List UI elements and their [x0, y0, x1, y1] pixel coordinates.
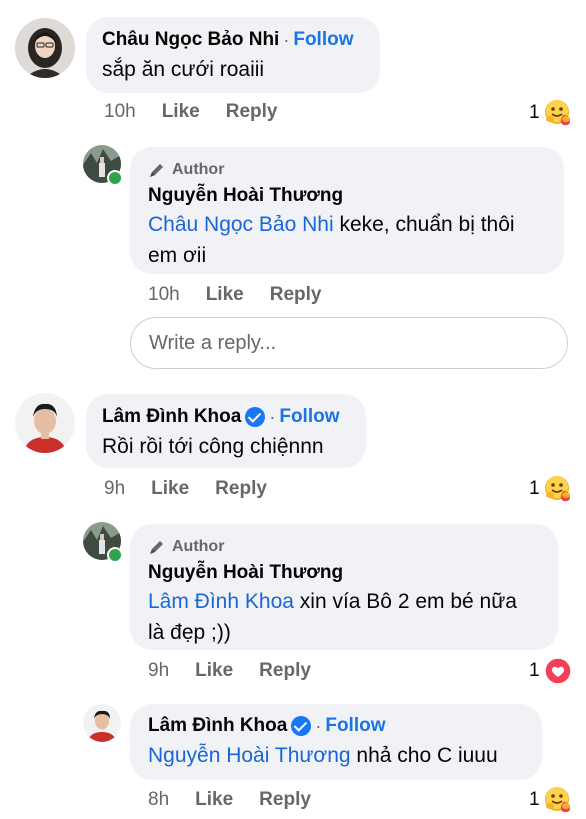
reaction-number: 1 [529, 478, 540, 499]
replier-avatar[interactable] [83, 704, 121, 742]
follow-button[interactable]: Follow [279, 406, 339, 428]
pen-icon [150, 541, 163, 554]
comment-meta: 10h Like Reply [104, 101, 303, 123]
like-button[interactable]: Like [195, 789, 233, 811]
reply-meta: 8h Like Reply [148, 789, 337, 811]
comment-time[interactable]: 9h [104, 478, 125, 500]
reply-bubble: Author Nguyễn Hoài Thương Lâm Đình Khoa … [130, 524, 558, 650]
comment-meta: 9h Like Reply [104, 478, 293, 500]
replier-name[interactable]: Nguyễn Hoài Thương [148, 562, 558, 584]
reply-button[interactable]: Reply [215, 478, 267, 500]
author-badge: Author [148, 538, 558, 556]
comment-bubble: Lâm Đình Khoa · Follow Rồi rồi tới công … [86, 394, 366, 468]
author-badge: Author [148, 161, 564, 179]
verified-badge-icon [291, 716, 312, 736]
reaction-count[interactable]: 1 [529, 475, 572, 503]
reply-button[interactable]: Reply [270, 284, 322, 306]
reply-text: Lâm Đình Khoa xin vía Bô 2 em bé nữa là … [148, 590, 517, 644]
reaction-number: 1 [529, 102, 540, 123]
commenter-name[interactable]: Lâm Đình Khoa [102, 406, 241, 428]
reaction-count[interactable]: 1 [529, 786, 572, 814]
reply-button[interactable]: Reply [259, 789, 311, 811]
reply-button[interactable]: Reply [259, 660, 311, 682]
author-label: Author [172, 538, 225, 555]
author-label: Author [172, 161, 225, 178]
reply-text: Châu Ngọc Bảo Nhi keke, chuẩn bị thôi em… [148, 213, 515, 267]
reaction-number: 1 [529, 789, 540, 810]
like-button[interactable]: Like [195, 660, 233, 682]
reply-time[interactable]: 10h [148, 284, 180, 306]
reply-text: Nguyễn Hoài Thương nhả cho C iuuu [148, 744, 498, 767]
heart-icon [543, 657, 572, 685]
write-reply-placeholder: Write a reply... [149, 331, 277, 354]
hug-emoji-icon [544, 99, 572, 127]
comment-text: sắp ăn cưới roaiii [102, 58, 265, 81]
comment-text: Rồi rồi tới công chiệnnn [102, 435, 324, 458]
comment-bubble: Châu Ngọc Bảo Nhi · Follow sắp ăn cưới r… [86, 17, 380, 93]
reply-time[interactable]: 8h [148, 789, 169, 811]
hug-emoji-icon [544, 786, 572, 814]
comment-time[interactable]: 10h [104, 101, 136, 123]
like-button[interactable]: Like [151, 478, 189, 500]
reply-bubble: Lâm Đình Khoa · Follow Nguyễn Hoài Thươn… [130, 704, 542, 780]
follow-button[interactable]: Follow [325, 715, 385, 737]
reply-meta: 9h Like Reply [148, 660, 337, 682]
reply-button[interactable]: Reply [226, 101, 278, 123]
like-button[interactable]: Like [206, 284, 244, 306]
reaction-number: 1 [529, 660, 540, 681]
mention-link[interactable]: Lâm Đình Khoa [148, 590, 294, 613]
follow-button[interactable]: Follow [293, 29, 353, 51]
commenter-avatar[interactable] [15, 18, 75, 78]
hug-emoji-icon [544, 475, 572, 503]
mention-link[interactable]: Châu Ngọc Bảo Nhi [148, 213, 334, 236]
pen-icon [150, 164, 163, 177]
reply-bubble: Author Nguyễn Hoài Thương Châu Ngọc Bảo … [130, 147, 564, 274]
separator-dot: · [283, 29, 290, 50]
reaction-count[interactable]: 1 [529, 657, 572, 685]
reply-time[interactable]: 9h [148, 660, 169, 682]
reply-meta: 10h Like Reply [148, 284, 347, 306]
separator-dot: · [315, 715, 322, 736]
online-status-dot [107, 170, 123, 186]
verified-badge-icon [245, 407, 266, 427]
commenter-name[interactable]: Châu Ngọc Bảo Nhi [102, 29, 279, 51]
replier-name[interactable]: Lâm Đình Khoa [148, 715, 287, 737]
commenter-avatar[interactable] [15, 393, 75, 453]
like-button[interactable]: Like [162, 101, 200, 123]
write-reply-input[interactable]: Write a reply... [130, 317, 568, 369]
replier-name[interactable]: Nguyễn Hoài Thương [148, 185, 564, 207]
mention-link[interactable]: Nguyễn Hoài Thương [148, 744, 351, 767]
reaction-count[interactable]: 1 [529, 99, 572, 127]
separator-dot: · [269, 406, 276, 427]
online-status-dot [107, 547, 123, 563]
